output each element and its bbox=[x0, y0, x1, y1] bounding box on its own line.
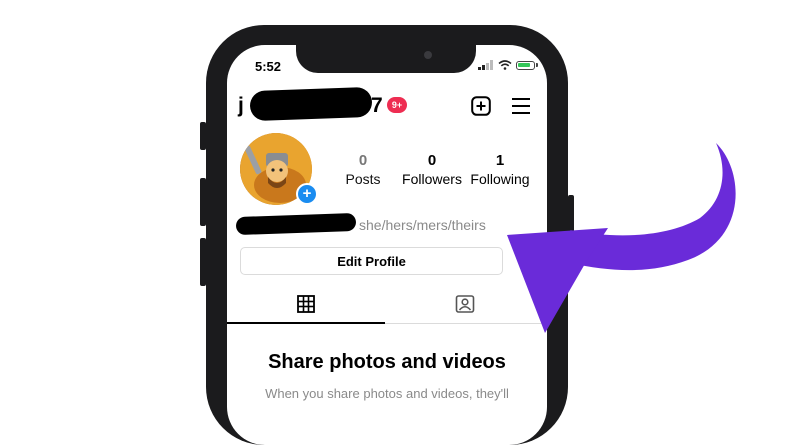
phone-volume-down-button bbox=[200, 238, 206, 286]
tab-tagged[interactable] bbox=[454, 293, 476, 315]
battery-tip bbox=[536, 63, 538, 67]
phone-notch bbox=[296, 40, 476, 73]
username-end[interactable]: 7 bbox=[371, 94, 383, 118]
arrowhead bbox=[507, 228, 608, 333]
empty-state-title: Share photos and videos bbox=[268, 351, 506, 373]
grid-icon bbox=[297, 295, 315, 313]
annotation-arrow-icon bbox=[507, 143, 736, 333]
status-time: 5:52 bbox=[255, 59, 282, 74]
username-redaction bbox=[249, 86, 373, 122]
tab-posts-grid[interactable] bbox=[295, 293, 317, 315]
pronouns: she/hers/mers/theirs bbox=[359, 217, 486, 233]
posts-label: Posts bbox=[345, 171, 381, 187]
hamburger-menu-icon bbox=[512, 98, 530, 114]
phone-side-button bbox=[200, 122, 206, 150]
signal-icon bbox=[478, 60, 493, 70]
tagged-person-icon bbox=[455, 295, 475, 313]
followers-label: Followers bbox=[402, 171, 462, 187]
arrow-shaft bbox=[570, 143, 736, 271]
posts-count: 0 bbox=[358, 152, 368, 169]
phone-volume-up-button bbox=[200, 178, 206, 226]
username-start[interactable]: j bbox=[238, 94, 244, 118]
notification-badge[interactable]: 9+ bbox=[387, 97, 407, 113]
add-story-button[interactable]: + bbox=[296, 183, 318, 205]
followers-count: 0 bbox=[427, 152, 437, 169]
wifi-icon bbox=[498, 60, 512, 70]
followers-stat[interactable]: 0 Followers bbox=[401, 152, 463, 188]
battery-icon bbox=[516, 60, 535, 70]
empty-state-body: When you share photos and videos, they'l… bbox=[265, 386, 509, 401]
menu-button[interactable] bbox=[510, 95, 532, 117]
tab-active-indicator bbox=[227, 322, 385, 324]
new-post-button[interactable] bbox=[470, 95, 492, 117]
plus-square-icon bbox=[471, 96, 491, 116]
edit-profile-button[interactable]: Edit Profile bbox=[240, 247, 503, 275]
posts-stat[interactable]: 0 Posts bbox=[344, 152, 382, 188]
front-camera bbox=[424, 51, 432, 59]
status-icons bbox=[478, 60, 538, 70]
